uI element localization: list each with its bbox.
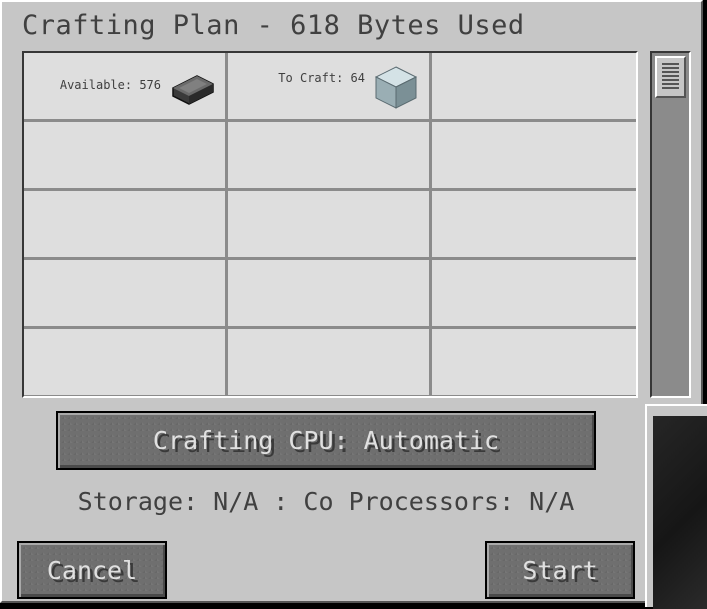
grid-cell-empty — [432, 329, 636, 396]
crafting-plan-window: Crafting Plan - 618 Bytes Used Available… — [0, 0, 703, 603]
iron-ingot-icon — [172, 75, 214, 105]
crafting-cpu-button[interactable]: Crafting CPU: Automatic — [56, 411, 596, 470]
side-panel-tab — [645, 404, 707, 609]
available-count-label: Available: 576 — [59, 78, 161, 92]
to-craft-count-label: To Craft: 64 — [278, 71, 365, 85]
grid-cell-available[interactable]: Available: 576 — [24, 53, 228, 122]
grid-cell-empty — [432, 53, 636, 122]
grid-cell-empty — [432, 260, 636, 329]
window-title: Crafting Plan - 618 Bytes Used — [22, 10, 525, 41]
grid-cell-empty — [24, 122, 228, 191]
grid-scrollbar[interactable] — [650, 51, 691, 398]
grid-cell-empty — [24, 191, 228, 260]
grid-cell-empty — [228, 260, 432, 329]
grid-cell-empty — [24, 329, 228, 396]
grid-cell-empty — [432, 122, 636, 191]
grid-cell-empty — [228, 329, 432, 396]
grip-lines-icon — [662, 63, 679, 91]
scrollbar-thumb[interactable] — [655, 56, 686, 98]
start-button[interactable]: Start — [485, 541, 635, 599]
grid-cell-empty — [228, 191, 432, 260]
crafting-plan-grid: Available: 576 To Craft: 64 — [22, 51, 638, 398]
grid-cell-empty — [432, 191, 636, 260]
grid-cell-empty — [228, 122, 432, 191]
cancel-button[interactable]: Cancel — [17, 541, 167, 599]
block-icon — [374, 66, 418, 109]
storage-status-text: Storage: N/A : Co Processors: N/A — [77, 487, 575, 516]
side-panel-background — [653, 416, 707, 609]
grid-cell-to-craft[interactable]: To Craft: 64 — [228, 53, 432, 122]
grid-cell-empty — [24, 260, 228, 329]
